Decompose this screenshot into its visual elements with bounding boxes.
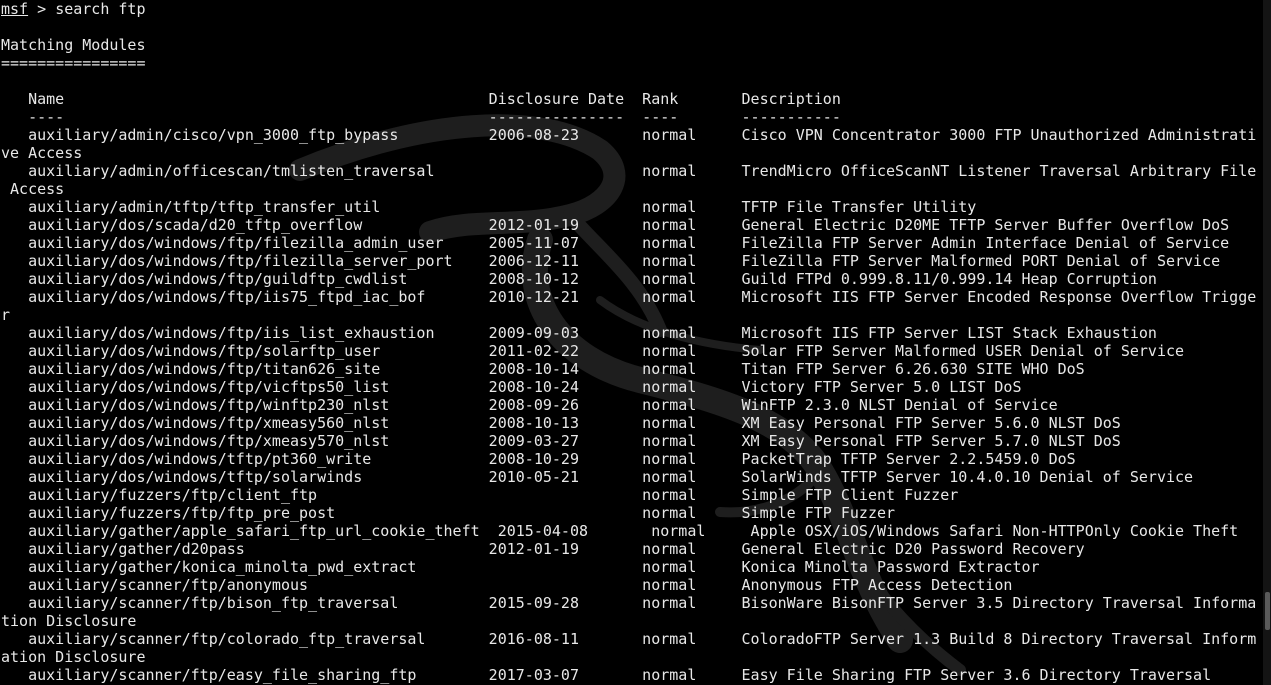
table-row: auxiliary/fuzzers/ftp/client_ftp normal … [1,486,959,504]
section-heading: Matching Modules [1,36,146,54]
table-row-wrap: tion Disclosure [1,612,137,630]
table-row: auxiliary/admin/officescan/tmlisten_trav… [1,162,1257,180]
table-row-wrap: Access [1,180,65,198]
table-row: auxiliary/gather/apple_safari_ftp_url_co… [1,522,1239,540]
table-row: auxiliary/dos/windows/ftp/xmeasy570_nlst… [1,432,1121,450]
table-row: auxiliary/dos/windows/ftp/iis_list_exhau… [1,324,1157,342]
table-row: auxiliary/dos/windows/ftp/solarftp_user … [1,342,1185,360]
table-row: auxiliary/dos/windows/tftp/solarwinds 20… [1,468,1194,486]
table-row: auxiliary/admin/tftp/tftp_transfer_util … [1,198,977,216]
table-row-wrap: ve Access [1,144,83,162]
heading-underline: ================ [1,54,146,72]
table-row: auxiliary/admin/cisco/vpn_3000_ftp_bypas… [1,126,1257,144]
prompt-separator: > [28,0,56,18]
table-header: Name Disclosure Date Rank Description [1,90,841,108]
table-row: auxiliary/scanner/ftp/easy_file_sharing_… [1,666,1212,684]
table-row: auxiliary/gather/d20pass 2012-01-19 norm… [1,540,1085,558]
table-row-wrap: r [1,306,11,324]
prompt-msf: msf [1,0,29,18]
table-row: auxiliary/scanner/ftp/bison_ftp_traversa… [1,594,1257,612]
table-row: auxiliary/dos/windows/ftp/vicftps50_list… [1,378,1022,396]
prompt-line: msf > search ftp [1,0,1263,18]
table-row: auxiliary/dos/windows/ftp/iis75_ftpd_iac… [1,288,1257,306]
terminal-output[interactable]: msf > search ftp Matching Modules ======… [1,0,1263,685]
table-row: auxiliary/dos/windows/ftp/winftp230_nlst… [1,396,1058,414]
table-row: auxiliary/dos/scada/d20_tftp_overflow 20… [1,216,1230,234]
scrollbar[interactable] [1263,0,1271,685]
table-row: auxiliary/gather/konica_minolta_pwd_extr… [1,558,1040,576]
table-row: auxiliary/scanner/ftp/anonymous normal A… [1,576,1013,594]
command-text: search ftp [55,0,146,18]
table-row: auxiliary/scanner/ftp/colorado_ftp_trave… [1,630,1257,648]
scrollbar-thumb[interactable] [1265,592,1270,630]
table-row: auxiliary/dos/windows/ftp/titan626_site … [1,360,1085,378]
table-row: auxiliary/dos/windows/tftp/pt360_write 2… [1,450,1076,468]
table-row: auxiliary/dos/windows/ftp/filezilla_serv… [1,252,1221,270]
table-row: auxiliary/dos/windows/ftp/guildftp_cwdli… [1,270,1157,288]
table-row: auxiliary/dos/windows/ftp/xmeasy560_nlst… [1,414,1121,432]
table-row: auxiliary/dos/windows/ftp/filezilla_admi… [1,234,1230,252]
table-row-wrap: ation Disclosure [1,648,146,666]
table-header-underline: ---- --------------- ---- ----------- [1,108,841,126]
table-row: auxiliary/fuzzers/ftp/ftp_pre_post norma… [1,504,896,522]
